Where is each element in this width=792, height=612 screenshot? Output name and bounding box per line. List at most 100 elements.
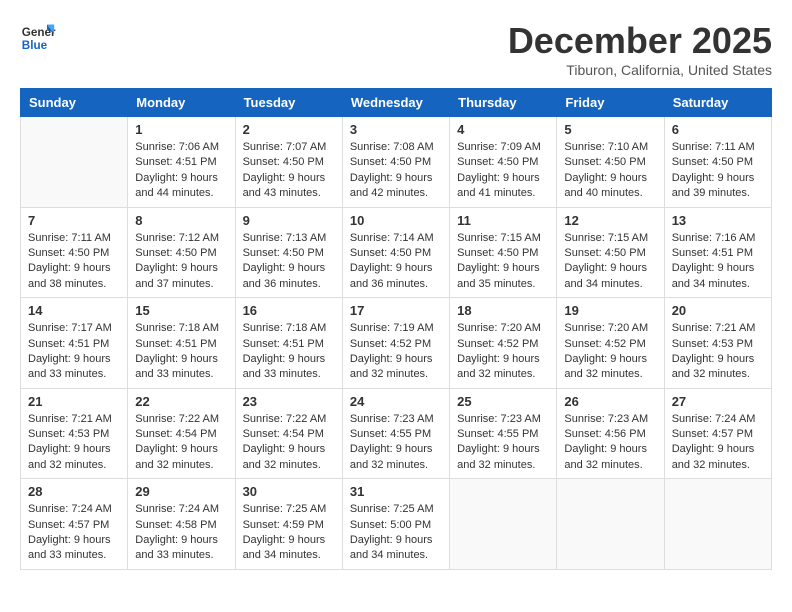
calendar-cell: 21 Sunrise: 7:21 AMSunset: 4:53 PMDayligh… [21,388,128,479]
day-number: 23 [243,394,335,409]
calendar-cell [664,479,771,570]
calendar-header-row: SundayMondayTuesdayWednesdayThursdayFrid… [21,89,772,117]
week-row-1: 1Sunrise: 7:06 AMSunset: 4:51 PMDaylight… [21,117,772,208]
day-number: 12 [564,213,656,228]
day-info: Sunrise: 7:11 AMSunset: 4:50 PMDaylight:… [672,140,764,202]
calendar-cell: 25 Sunrise: 7:23 AMSunset: 4:55 PMDayligh… [450,388,557,479]
column-header-thursday: Thursday [450,89,557,117]
calendar-cell: 7 Sunrise: 7:11 AMSunset: 4:50 PMDaylight… [21,207,128,298]
day-info: Sunrise: 7:24 AMSunset: 4:58 PMDaylight:… [135,502,227,564]
day-info: Sunrise: 7:11 AMSunset: 4:50 PMDaylight:… [28,231,120,293]
calendar-cell: 20 Sunrise: 7:21 AMSunset: 4:53 PMDayligh… [664,298,771,389]
day-number: 14 [28,303,120,318]
calendar-cell: 4 Sunrise: 7:09 AMSunset: 4:50 PMDaylight… [450,117,557,208]
week-row-5: 28 Sunrise: 7:24 AMSunset: 4:57 PMDayligh… [21,479,772,570]
column-header-tuesday: Tuesday [235,89,342,117]
day-number: 16 [243,303,335,318]
day-info: Sunrise: 7:23 AMSunset: 4:56 PMDaylight:… [564,412,656,474]
calendar-table: SundayMondayTuesdayWednesdayThursdayFrid… [20,88,772,570]
column-header-saturday: Saturday [664,89,771,117]
day-number: 13 [672,213,764,228]
page-header: General Blue December 2025 Tiburon, Cali… [20,20,772,78]
calendar-cell: 16Sunrise: 7:18 AMSunset: 4:51 PMDayligh… [235,298,342,389]
day-number: 22 [135,394,227,409]
calendar-cell: 1Sunrise: 7:06 AMSunset: 4:51 PMDaylight… [128,117,235,208]
calendar-cell: 9 Sunrise: 7:13 AMSunset: 4:50 PMDaylight… [235,207,342,298]
day-number: 2 [243,122,335,137]
day-number: 6 [672,122,764,137]
calendar-cell: 15Sunrise: 7:18 AMSunset: 4:51 PMDayligh… [128,298,235,389]
calendar-cell: 18 Sunrise: 7:20 AMSunset: 4:52 PMDayligh… [450,298,557,389]
calendar-cell: 28 Sunrise: 7:24 AMSunset: 4:57 PMDayligh… [21,479,128,570]
day-number: 31 [350,484,442,499]
day-info: Sunrise: 7:22 AMSunset: 4:54 PMDaylight:… [135,412,227,474]
day-number: 15 [135,303,227,318]
calendar-cell: 17 Sunrise: 7:19 AMSunset: 4:52 PMDayligh… [342,298,449,389]
day-number: 20 [672,303,764,318]
day-number: 17 [350,303,442,318]
day-info: Sunrise: 7:17 AMSunset: 4:51 PMDaylight:… [28,321,120,383]
day-info: Sunrise: 7:09 AMSunset: 4:50 PMDaylight:… [457,140,549,202]
day-number: 3 [350,122,442,137]
day-number: 26 [564,394,656,409]
day-info: Sunrise: 7:14 AMSunset: 4:50 PMDaylight:… [350,231,442,293]
day-number: 25 [457,394,549,409]
calendar-cell: 29Sunrise: 7:24 AMSunset: 4:58 PMDayligh… [128,479,235,570]
calendar-cell: 19 Sunrise: 7:20 AMSunset: 4:52 PMDayligh… [557,298,664,389]
day-number: 1 [135,122,227,137]
calendar-cell: 6 Sunrise: 7:11 AMSunset: 4:50 PMDaylight… [664,117,771,208]
day-number: 4 [457,122,549,137]
day-info: Sunrise: 7:21 AMSunset: 4:53 PMDaylight:… [672,321,764,383]
day-info: Sunrise: 7:22 AMSunset: 4:54 PMDaylight:… [243,412,335,474]
day-info: Sunrise: 7:24 AMSunset: 4:57 PMDaylight:… [28,502,120,564]
calendar-cell: 2 Sunrise: 7:07 AMSunset: 4:50 PMDaylight… [235,117,342,208]
calendar-cell: 8Sunrise: 7:12 AMSunset: 4:50 PMDaylight… [128,207,235,298]
day-info: Sunrise: 7:21 AMSunset: 4:53 PMDaylight:… [28,412,120,474]
week-row-2: 7 Sunrise: 7:11 AMSunset: 4:50 PMDaylight… [21,207,772,298]
day-number: 27 [672,394,764,409]
calendar-cell: 10Sunrise: 7:14 AMSunset: 4:50 PMDayligh… [342,207,449,298]
calendar-cell: 3 Sunrise: 7:08 AMSunset: 4:50 PMDaylight… [342,117,449,208]
day-info: Sunrise: 7:23 AMSunset: 4:55 PMDaylight:… [350,412,442,474]
calendar-cell: 5 Sunrise: 7:10 AMSunset: 4:50 PMDaylight… [557,117,664,208]
day-info: Sunrise: 7:23 AMSunset: 4:55 PMDaylight:… [457,412,549,474]
column-header-monday: Monday [128,89,235,117]
day-number: 28 [28,484,120,499]
column-header-friday: Friday [557,89,664,117]
day-info: Sunrise: 7:20 AMSunset: 4:52 PMDaylight:… [457,321,549,383]
column-header-wednesday: Wednesday [342,89,449,117]
calendar-cell: 14 Sunrise: 7:17 AMSunset: 4:51 PMDayligh… [21,298,128,389]
day-info: Sunrise: 7:07 AMSunset: 4:50 PMDaylight:… [243,140,335,202]
day-number: 24 [350,394,442,409]
day-info: Sunrise: 7:13 AMSunset: 4:50 PMDaylight:… [243,231,335,293]
logo: General Blue [20,20,56,56]
day-number: 9 [243,213,335,228]
svg-text:Blue: Blue [22,39,48,52]
week-row-3: 14 Sunrise: 7:17 AMSunset: 4:51 PMDayligh… [21,298,772,389]
day-number: 5 [564,122,656,137]
day-number: 8 [135,213,227,228]
title-block: December 2025 Tiburon, California, Unite… [508,20,772,78]
calendar-cell: 22 Sunrise: 7:22 AMSunset: 4:54 PMDayligh… [128,388,235,479]
calendar-cell: 27 Sunrise: 7:24 AMSunset: 4:57 PMDayligh… [664,388,771,479]
calendar-cell: 13 Sunrise: 7:16 AMSunset: 4:51 PMDayligh… [664,207,771,298]
day-number: 18 [457,303,549,318]
calendar-cell: 31 Sunrise: 7:25 AMSunset: 5:00 PMDayligh… [342,479,449,570]
calendar-cell: 23 Sunrise: 7:22 AMSunset: 4:54 PMDayligh… [235,388,342,479]
day-number: 19 [564,303,656,318]
day-info: Sunrise: 7:24 AMSunset: 4:57 PMDaylight:… [672,412,764,474]
day-number: 7 [28,213,120,228]
day-info: Sunrise: 7:25 AMSunset: 5:00 PMDaylight:… [350,502,442,564]
day-info: Sunrise: 7:16 AMSunset: 4:51 PMDaylight:… [672,231,764,293]
day-number: 21 [28,394,120,409]
day-info: Sunrise: 7:08 AMSunset: 4:50 PMDaylight:… [350,140,442,202]
column-header-sunday: Sunday [21,89,128,117]
day-info: Sunrise: 7:10 AMSunset: 4:50 PMDaylight:… [564,140,656,202]
day-info: Sunrise: 7:19 AMSunset: 4:52 PMDaylight:… [350,321,442,383]
day-info: Sunrise: 7:20 AMSunset: 4:52 PMDaylight:… [564,321,656,383]
calendar-cell: 30Sunrise: 7:25 AMSunset: 4:59 PMDayligh… [235,479,342,570]
logo-icon: General Blue [20,20,56,56]
day-info: Sunrise: 7:15 AMSunset: 4:50 PMDaylight:… [564,231,656,293]
calendar-cell: 26 Sunrise: 7:23 AMSunset: 4:56 PMDayligh… [557,388,664,479]
calendar-cell [557,479,664,570]
